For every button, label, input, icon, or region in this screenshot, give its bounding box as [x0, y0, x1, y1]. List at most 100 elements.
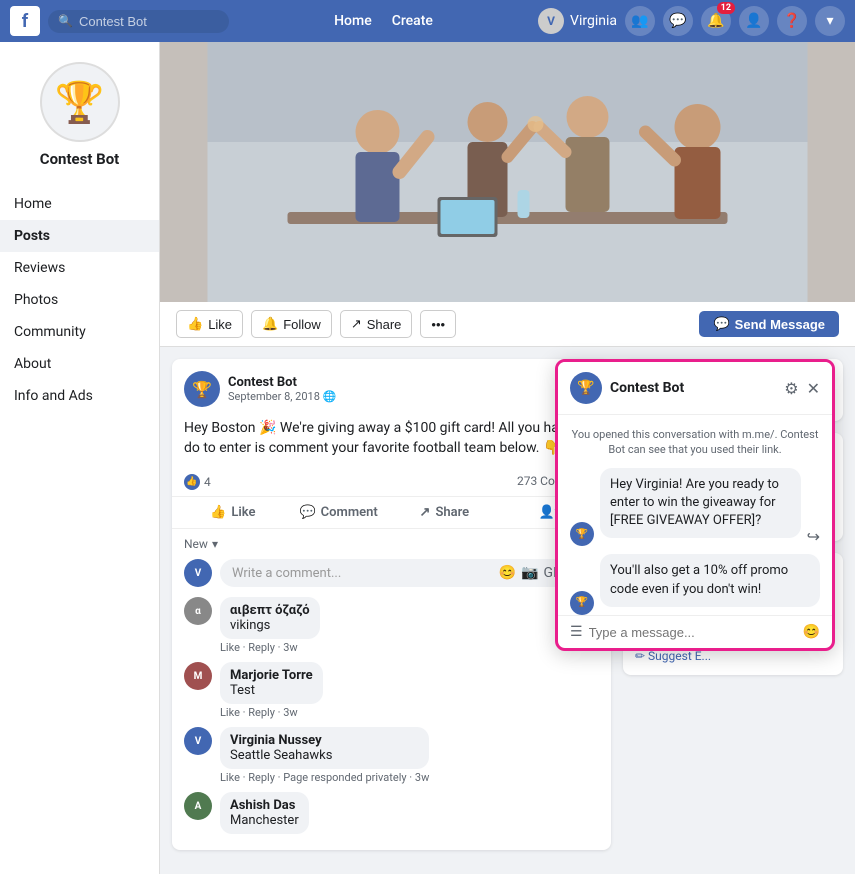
chat-message-1-container: Hey Virginia! Are you ready to enter to …	[600, 468, 801, 547]
forward-icon[interactable]: ↪	[807, 527, 820, 546]
like-icon: 👍	[210, 505, 226, 520]
commenter-name[interactable]: Virginia Nussey	[230, 733, 419, 748]
comment-content: αιβεπτ όζαζό vikings Like · Reply · 3w	[220, 597, 320, 654]
post-date: September 8, 2018 🌐	[228, 390, 337, 403]
search-box[interactable]: 🔍	[48, 10, 229, 33]
smiley-icon[interactable]: 😊	[499, 565, 516, 581]
post-author-info: Contest Bot September 8, 2018 🌐	[228, 375, 337, 403]
comment-input-row: V Write a comment... 😊 📷 GIF 🎭	[184, 559, 599, 587]
commenter-avatar: V	[184, 727, 212, 755]
comment-bubble: Marjorie Torre Test	[220, 662, 323, 704]
nav-left: f 🔍	[10, 6, 229, 36]
chat-close-icon[interactable]: ✕	[807, 379, 820, 398]
comment-text: Manchester	[230, 813, 299, 828]
page-trophy-icon: 🏆	[40, 62, 120, 142]
notifications-icon[interactable]: 🔔 12	[701, 6, 731, 36]
post-author: 🏆 Contest Bot September 8, 2018 🌐	[184, 371, 337, 407]
nav-create-link[interactable]: Create	[392, 13, 433, 29]
post-reactions: 👍 4	[184, 474, 211, 490]
page-name: Contest Bot	[10, 150, 149, 168]
comment-user-avatar: V	[184, 559, 212, 587]
sidebar-item-posts[interactable]: Posts	[0, 220, 159, 252]
more-button[interactable]: •••	[420, 310, 456, 338]
send-message-button[interactable]: 💬 Send Message	[699, 311, 839, 337]
comment-item: V Virginia Nussey Seattle Seahawks Like …	[184, 727, 599, 784]
chat-bot-small-avatar-2: 🏆	[570, 591, 594, 615]
post-share-button[interactable]: ↗ Share	[392, 499, 498, 526]
commenter-name[interactable]: αιβεπτ όζαζό	[230, 603, 310, 618]
chat-header: 🏆 Contest Bot ⚙ ✕	[558, 362, 832, 415]
camera-icon[interactable]: 📷	[521, 565, 538, 581]
messages-icon[interactable]: 💬	[663, 6, 693, 36]
chat-footer: ☰ 😊	[558, 615, 832, 648]
nav-user[interactable]: V Virginia	[538, 8, 617, 34]
friend-requests-icon[interactable]: 👤	[739, 6, 769, 36]
sidebar-item-info-ads[interactable]: Info and Ads	[0, 380, 159, 412]
sidebar-item-home[interactable]: Home	[0, 188, 159, 220]
post-action-bar: 👍 Like 💬 Comment ↗ Share 👤▾	[172, 497, 611, 528]
comment-text: Test	[230, 683, 313, 698]
follow-button[interactable]: 🔔 Follow	[251, 310, 332, 338]
suggest-link[interactable]: ✏ Suggest E...	[635, 649, 831, 663]
page-profile: 🏆 Contest Bot	[0, 52, 159, 188]
chat-message-2-row: 🏆 You'll also get a 10% off promo code e…	[570, 554, 820, 614]
chat-settings-icon[interactable]: ⚙	[784, 379, 798, 398]
commenter-name[interactable]: Ashish Das	[230, 798, 299, 813]
chat-bot-message-1: Hey Virginia! Are you ready to enter to …	[600, 468, 801, 539]
like-page-button[interactable]: 👍 Like	[176, 310, 243, 338]
chat-system-message: You opened this conversation with m.me/.…	[570, 427, 820, 458]
commenter-avatar: M	[184, 662, 212, 690]
page-actions-bar: 👍 Like 🔔 Follow ↗ Share ••• 💬 Send Messa…	[160, 302, 855, 347]
chat-widget: 🏆 Contest Bot ⚙ ✕ You opened this conver…	[555, 359, 835, 651]
comment-actions: Like · Reply · Page responded privately …	[220, 771, 429, 784]
sidebar-item-reviews[interactable]: Reviews	[0, 252, 159, 284]
commenter-avatar: α	[184, 597, 212, 625]
facebook-logo[interactable]: f	[10, 6, 40, 36]
post-author-name[interactable]: Contest Bot	[228, 375, 337, 390]
comments-sort[interactable]: New ▾	[184, 537, 599, 551]
chat-emoji-icon[interactable]: 😊	[803, 624, 820, 640]
comment-item: α αιβεπτ όζαζό vikings Like · Reply · 3w	[184, 597, 599, 654]
sidebar-item-about[interactable]: About	[0, 348, 159, 380]
chat-message-1-row: 🏆 Hey Virginia! Are you ready to enter t…	[570, 468, 820, 547]
sidebar-item-community[interactable]: Community	[0, 316, 159, 348]
follow-icon: 🔔	[262, 316, 278, 332]
sidebar-item-photos[interactable]: Photos	[0, 284, 159, 316]
share-button[interactable]: ↗ Share	[340, 310, 413, 338]
comment-content: Ashish Das Manchester	[220, 792, 309, 834]
chat-message-input[interactable]	[589, 625, 797, 640]
thumbs-up-icon: 👍	[187, 316, 203, 332]
action-buttons-left: 👍 Like 🔔 Follow ↗ Share •••	[176, 310, 456, 338]
left-sidebar: 🏆 Contest Bot Home Posts Reviews Photos …	[0, 42, 160, 874]
message-icon: 💬	[713, 316, 729, 332]
post-header: 🏆 Contest Bot September 8, 2018 🌐 •••	[172, 359, 611, 413]
chat-bot-avatar: 🏆	[570, 372, 602, 404]
comments-section: New ▾ V Write a comment... 😊 📷 GIF 🎭	[172, 528, 611, 850]
comment-actions: Like · Reply · 3w	[220, 641, 320, 654]
post-stats: 👍 4 273 Comments	[172, 468, 611, 497]
search-input[interactable]	[79, 14, 219, 29]
help-icon[interactable]: ❓	[777, 6, 807, 36]
friends-icon[interactable]: 👥	[625, 6, 655, 36]
nav-home-link[interactable]: Home	[334, 13, 372, 29]
comment-bubble: αιβεπτ όζαζό vikings	[220, 597, 320, 639]
commenter-name[interactable]: Marjorie Torre	[230, 668, 313, 683]
nav-username: Virginia	[570, 13, 617, 29]
chat-menu-icon[interactable]: ☰	[570, 624, 583, 640]
nav-center: Home Create	[334, 13, 433, 29]
nav-right: V Virginia 👥 💬 🔔 12 👤 ❓ ▾	[538, 6, 845, 36]
post-like-button[interactable]: 👍 Like	[180, 499, 286, 526]
edit-icon: ✏	[635, 649, 645, 663]
post-comment-button[interactable]: 💬 Comment	[286, 499, 392, 526]
chevron-down-icon[interactable]: ▾	[815, 6, 845, 36]
globe-icon: 🌐	[323, 390, 337, 403]
comment-item: A Ashish Das Manchester	[184, 792, 599, 834]
comment-text: vikings	[230, 618, 310, 633]
feed-column: 🏆 Contest Bot September 8, 2018 🌐 •••	[172, 359, 611, 862]
notification-badge: 12	[717, 2, 735, 14]
sidebar-navigation: Home Posts Reviews Photos Community Abou…	[0, 188, 159, 412]
chat-bot-name: Contest Bot	[610, 380, 684, 396]
comment-actions: Like · Reply · 3w	[220, 706, 323, 719]
comment-input-container[interactable]: Write a comment... 😊 📷 GIF 🎭	[220, 559, 599, 587]
chat-body: You opened this conversation with m.me/.…	[558, 415, 832, 615]
